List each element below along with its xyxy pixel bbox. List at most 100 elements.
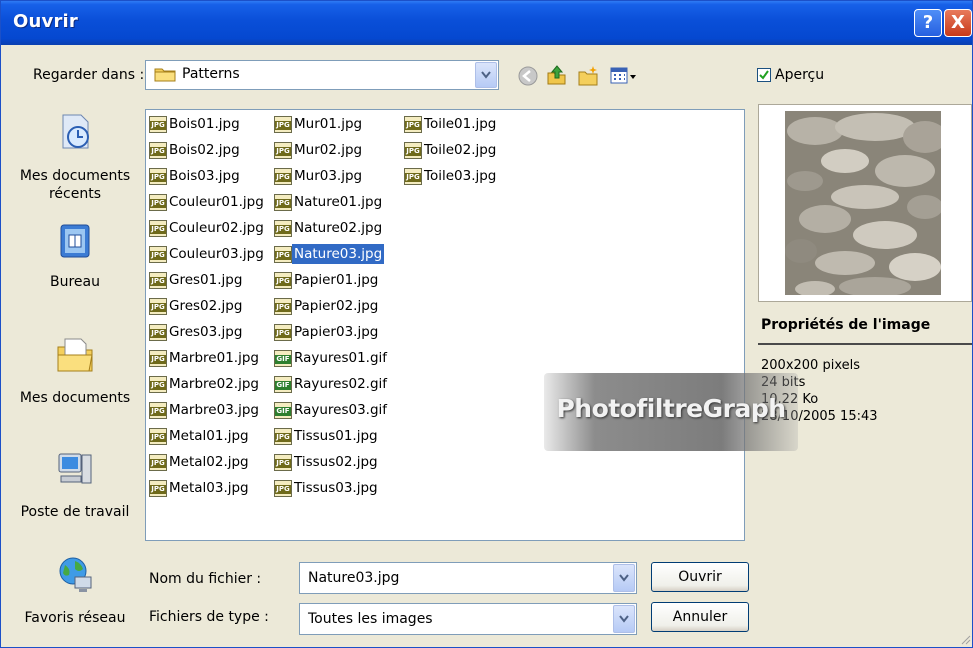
file-name: Couleur02.jpg bbox=[169, 220, 264, 236]
preview-image bbox=[785, 111, 941, 295]
file-name: Toile02.jpg bbox=[424, 142, 497, 158]
preview-checkbox-label[interactable]: Aperçu bbox=[775, 67, 824, 83]
dialog-title: Ouvrir bbox=[13, 11, 78, 32]
file-item[interactable]: JPG Papier03.jpg bbox=[274, 322, 380, 342]
open-button[interactable]: Ouvrir bbox=[651, 562, 749, 592]
place-label: Bureau bbox=[50, 274, 100, 290]
file-type-badge: JPG bbox=[150, 433, 166, 442]
filename-combo[interactable]: Nature03.jpg bbox=[299, 562, 637, 594]
jpg-file-icon: JPG bbox=[274, 298, 292, 315]
file-item[interactable]: JPG Nature03.jpg bbox=[274, 244, 385, 264]
place-my-computer[interactable]: Poste de travail bbox=[13, 449, 137, 529]
file-item[interactable]: JPG Couleur01.jpg bbox=[149, 192, 266, 212]
place-label: Mes documents récents bbox=[19, 168, 131, 202]
network-places-icon bbox=[59, 557, 92, 592]
file-item[interactable]: GIF Rayures03.gif bbox=[274, 400, 389, 420]
file-item[interactable]: JPG Toile03.jpg bbox=[404, 166, 498, 186]
file-item[interactable]: JPG Marbre01.jpg bbox=[149, 348, 261, 368]
file-name: Mur02.jpg bbox=[294, 142, 363, 158]
file-item[interactable]: JPG Gres03.jpg bbox=[149, 322, 244, 342]
file-item[interactable]: JPG Toile02.jpg bbox=[404, 140, 498, 160]
gif-file-icon: GIF bbox=[274, 402, 292, 419]
file-item[interactable]: JPG Mur02.jpg bbox=[274, 140, 364, 160]
place-my-documents[interactable]: Mes documents bbox=[13, 335, 137, 415]
file-item[interactable]: JPG Metal01.jpg bbox=[149, 426, 251, 446]
view-menu-icon[interactable] bbox=[609, 65, 637, 87]
file-item[interactable]: JPG Marbre03.jpg bbox=[149, 400, 261, 420]
jpg-file-icon: JPG bbox=[274, 428, 292, 445]
file-item[interactable]: JPG Tissus01.jpg bbox=[274, 426, 380, 446]
file-item[interactable]: JPG Gres02.jpg bbox=[149, 296, 244, 316]
new-folder-icon[interactable] bbox=[577, 65, 599, 87]
jpg-file-icon: JPG bbox=[274, 168, 292, 185]
file-item[interactable]: JPG Mur01.jpg bbox=[274, 114, 364, 134]
jpg-file-icon: JPG bbox=[149, 428, 167, 445]
file-type-badge: JPG bbox=[275, 329, 291, 338]
cancel-button[interactable]: Annuler bbox=[651, 602, 749, 632]
file-item[interactable]: JPG Tissus03.jpg bbox=[274, 478, 380, 498]
chevron-down-icon[interactable] bbox=[613, 564, 635, 592]
properties-title: Propriétés de l'image bbox=[761, 317, 931, 333]
file-item[interactable]: JPG Nature02.jpg bbox=[274, 218, 384, 238]
back-icon[interactable] bbox=[517, 65, 539, 87]
jpg-file-icon: JPG bbox=[274, 480, 292, 497]
file-type-badge: JPG bbox=[275, 277, 291, 286]
file-item[interactable]: JPG Couleur03.jpg bbox=[149, 244, 266, 264]
properties-divider bbox=[758, 343, 972, 345]
file-item[interactable]: JPG Gres01.jpg bbox=[149, 270, 244, 290]
file-item[interactable]: JPG Bois03.jpg bbox=[149, 166, 242, 186]
preview-checkbox[interactable] bbox=[757, 68, 771, 82]
file-name: Metal03.jpg bbox=[169, 480, 249, 496]
file-item[interactable]: JPG Mur03.jpg bbox=[274, 166, 364, 186]
place-recent-documents[interactable]: Mes documents récents bbox=[13, 111, 137, 211]
chevron-down-icon[interactable] bbox=[613, 605, 635, 633]
file-name: Marbre02.jpg bbox=[169, 376, 259, 392]
file-item[interactable]: JPG Tissus02.jpg bbox=[274, 452, 380, 472]
file-item[interactable]: JPG Papier02.jpg bbox=[274, 296, 380, 316]
file-item[interactable]: JPG Papier01.jpg bbox=[274, 270, 380, 290]
jpg-file-icon: JPG bbox=[149, 220, 167, 237]
jpg-file-icon: JPG bbox=[149, 480, 167, 497]
file-item[interactable]: JPG Bois01.jpg bbox=[149, 114, 242, 134]
file-name: Papier01.jpg bbox=[294, 272, 379, 288]
watermark-text: PhotofiltreGraph bbox=[556, 394, 786, 423]
file-type-badge: JPG bbox=[275, 173, 291, 182]
file-name: Tissus03.jpg bbox=[294, 480, 378, 496]
title-bar[interactable]: Ouvrir ? X bbox=[1, 1, 972, 45]
file-item[interactable]: JPG Metal02.jpg bbox=[149, 452, 251, 472]
file-name: Gres03.jpg bbox=[169, 324, 243, 340]
property-dimensions: 200x200 pixels bbox=[761, 358, 860, 373]
file-list[interactable]: JPG Bois01.jpg JPG Bois02.jpg JPG Bois03.jpg J… bbox=[145, 109, 745, 541]
jpg-file-icon: JPG bbox=[274, 246, 292, 263]
up-folder-icon[interactable] bbox=[545, 64, 567, 86]
lookin-combo[interactable]: Patterns bbox=[145, 60, 499, 90]
jpg-file-icon: JPG bbox=[404, 168, 422, 185]
help-button[interactable]: ? bbox=[914, 9, 942, 37]
file-item[interactable]: JPG Couleur02.jpg bbox=[149, 218, 266, 238]
file-item[interactable]: JPG Nature01.jpg bbox=[274, 192, 384, 212]
file-item[interactable]: JPG Toile01.jpg bbox=[404, 114, 498, 134]
gif-file-icon: GIF bbox=[274, 350, 292, 367]
jpg-file-icon: JPG bbox=[274, 194, 292, 211]
file-type-badge: JPG bbox=[275, 303, 291, 312]
chevron-down-icon[interactable] bbox=[475, 62, 497, 88]
close-button[interactable]: X bbox=[944, 9, 972, 37]
jpg-file-icon: JPG bbox=[404, 116, 422, 133]
file-item[interactable]: JPG Metal03.jpg bbox=[149, 478, 251, 498]
place-desktop[interactable]: Bureau bbox=[13, 221, 137, 301]
filename-value[interactable]: Nature03.jpg bbox=[308, 570, 399, 586]
jpg-file-icon: JPG bbox=[274, 272, 292, 289]
file-name: Bois02.jpg bbox=[169, 142, 240, 158]
file-item[interactable]: GIF Rayures02.gif bbox=[274, 374, 389, 394]
file-type-badge: JPG bbox=[275, 251, 291, 260]
place-network[interactable]: Favoris réseau bbox=[13, 555, 137, 631]
gif-file-icon: GIF bbox=[274, 376, 292, 393]
resize-grip-icon[interactable] bbox=[961, 635, 971, 645]
filetype-combo[interactable]: Toutes les images bbox=[299, 603, 637, 635]
file-item[interactable]: GIF Rayures01.gif bbox=[274, 348, 389, 368]
place-label: Poste de travail bbox=[20, 504, 130, 520]
file-name: Toile03.jpg bbox=[424, 168, 497, 184]
file-item[interactable]: JPG Bois02.jpg bbox=[149, 140, 242, 160]
file-item[interactable]: JPG Marbre02.jpg bbox=[149, 374, 261, 394]
jpg-file-icon: JPG bbox=[149, 376, 167, 393]
